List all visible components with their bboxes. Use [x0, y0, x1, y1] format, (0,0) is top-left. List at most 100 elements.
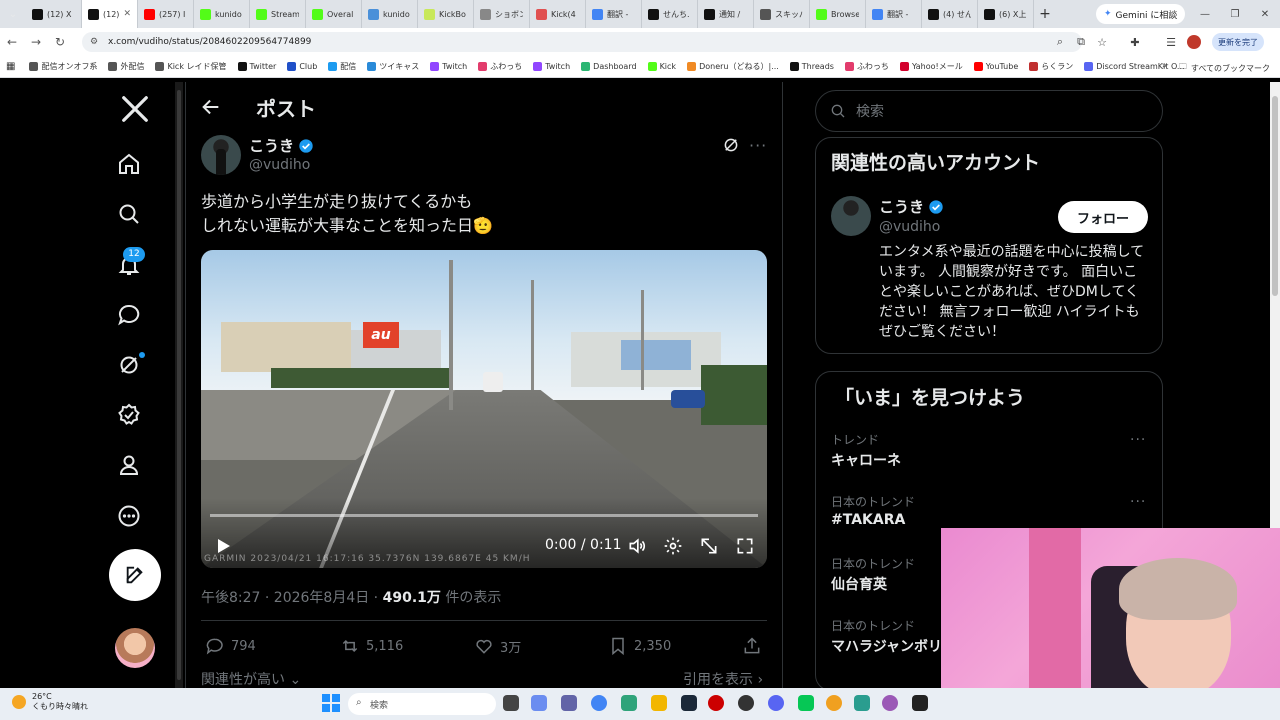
- site-info-icon[interactable]: ⚙: [90, 37, 100, 47]
- close-window-button[interactable]: ✕: [1250, 0, 1280, 28]
- reload-button[interactable]: ↻: [48, 28, 72, 56]
- browser-tab[interactable]: (4) せん: [922, 0, 978, 28]
- bookmarks-overflow-icon[interactable]: »: [1162, 61, 1167, 70]
- browser-tab[interactable]: Browse: [810, 0, 866, 28]
- bookmark-item[interactable]: Club: [287, 61, 317, 72]
- teams-icon[interactable]: [561, 695, 577, 711]
- video-progress-bar[interactable]: [210, 514, 758, 517]
- line-icon[interactable]: [798, 695, 814, 711]
- bookmark-item[interactable]: Yahoo!メール: [899, 61, 963, 72]
- reading-list-icon[interactable]: ☰: [1163, 34, 1179, 50]
- bookmark-item[interactable]: Dashboard: [581, 61, 637, 72]
- more-menu-icon[interactable]: [115, 502, 143, 530]
- tab-search-button[interactable]: ⌄: [0, 0, 26, 28]
- related-account-avatar[interactable]: [831, 196, 871, 236]
- related-account-name[interactable]: こうき: [879, 196, 944, 217]
- explore-icon[interactable]: [115, 200, 143, 228]
- browser-tab[interactable]: せんち.: [642, 0, 698, 28]
- zoom-icon[interactable]: ⌕: [1052, 34, 1068, 50]
- close-tab-icon[interactable]: ✕: [123, 9, 131, 19]
- bookmark-item[interactable]: 配信オンオフ系: [29, 61, 97, 72]
- bookmark-item[interactable]: ふわっち: [844, 61, 889, 72]
- bookmark-item[interactable]: Kick: [647, 61, 676, 72]
- obs-icon[interactable]: [708, 695, 724, 711]
- bookmark-item[interactable]: ふわっち: [478, 61, 522, 72]
- bookmark-item[interactable]: YouTube: [973, 61, 1018, 72]
- trend-more-icon[interactable]: ···: [1130, 432, 1146, 448]
- bookmark-item[interactable]: Twitch: [430, 61, 467, 72]
- post-more-icon[interactable]: ···: [749, 136, 767, 155]
- profile-icon[interactable]: [115, 451, 143, 479]
- verified-orgs-icon[interactable]: [115, 401, 143, 429]
- edge-icon[interactable]: [621, 695, 637, 711]
- bookmark-star-icon[interactable]: ☆: [1094, 34, 1110, 50]
- fullscreen-icon[interactable]: [735, 536, 755, 556]
- screenshot-icon[interactable]: ⧉: [1073, 34, 1089, 50]
- app-icon[interactable]: [738, 695, 754, 711]
- bookmark-item[interactable]: らくラン: [1029, 61, 1073, 72]
- app-icon[interactable]: [826, 695, 842, 711]
- author-handle[interactable]: @vudiho: [249, 157, 310, 173]
- browser-tab[interactable]: kunido: [362, 0, 418, 28]
- x-logo-icon[interactable]: [120, 94, 150, 124]
- browser-tab[interactable]: kunido: [194, 0, 250, 28]
- related-account-handle[interactable]: @vudiho: [879, 219, 940, 235]
- trend-more-icon[interactable]: ···: [1130, 494, 1146, 510]
- bookmark-item[interactable]: 外配信: [108, 61, 144, 72]
- account-avatar[interactable]: [115, 628, 155, 668]
- grok-icon[interactable]: [115, 351, 145, 379]
- home-icon[interactable]: [115, 150, 143, 178]
- author-name[interactable]: こうき: [249, 135, 314, 156]
- browser-tab[interactable]: ショボン: [474, 0, 530, 28]
- grok-explain-icon[interactable]: [722, 136, 740, 154]
- bookmark-item[interactable]: ツイキャス: [367, 61, 419, 72]
- browser-tab[interactable]: 通知 /: [698, 0, 754, 28]
- trend-item[interactable]: キャローネ: [831, 450, 901, 470]
- maximize-button[interactable]: ❐: [1220, 0, 1250, 28]
- browser-tab[interactable]: (12) X✕: [82, 0, 138, 28]
- notepad-icon[interactable]: [854, 695, 870, 711]
- share-button[interactable]: [742, 636, 762, 656]
- minimize-button[interactable]: —: [1190, 0, 1220, 28]
- forward-button[interactable]: →: [24, 28, 48, 56]
- extensions-icon[interactable]: ✚: [1127, 34, 1143, 50]
- picture-in-picture-icon[interactable]: [699, 536, 719, 556]
- search-input[interactable]: 検索: [815, 90, 1163, 132]
- compose-post-button[interactable]: [109, 549, 161, 601]
- steam-icon[interactable]: [681, 695, 697, 711]
- author-avatar[interactable]: [201, 135, 241, 175]
- trend-item[interactable]: 仙台育英: [831, 574, 887, 594]
- sort-replies-dropdown[interactable]: 関連性が高い ⌄: [201, 669, 301, 689]
- gemini-button[interactable]: ✦ Gemini に相談: [1096, 4, 1186, 24]
- left-scrollbar[interactable]: [175, 82, 183, 688]
- browser-tab[interactable]: Stream: [250, 0, 306, 28]
- back-arrow-icon[interactable]: [200, 96, 222, 118]
- browser-tab[interactable]: (12) X: [26, 0, 82, 28]
- weather-widget[interactable]: 26°C くもり時々晴れ: [12, 692, 88, 712]
- video-player[interactable]: au 0:00 / 0:11 GARMIN 2023/04/21 16:17:1…: [201, 250, 767, 568]
- task-view-icon[interactable]: [503, 695, 519, 711]
- browser-tab[interactable]: スキッパ: [754, 0, 810, 28]
- app-icon[interactable]: [882, 695, 898, 711]
- copilot-icon[interactable]: [531, 695, 547, 711]
- url-field[interactable]: ⚙ x.com/vudiho/status/208460220956477489…: [82, 32, 1082, 52]
- bookmark-item[interactable]: Kick レイド保管: [155, 61, 227, 72]
- browser-tab[interactable]: (6) X上: [978, 0, 1034, 28]
- profile-avatar[interactable]: [1187, 35, 1201, 49]
- bookmark-item[interactable]: 配信: [328, 61, 356, 72]
- left-scrollbar-thumb[interactable]: [177, 90, 181, 680]
- like-button[interactable]: 3万: [474, 636, 521, 656]
- update-button[interactable]: 更新を完了: [1212, 33, 1264, 51]
- bookmark-item[interactable]: Twitter: [237, 61, 276, 72]
- browser-tab[interactable]: 翻訳 -: [586, 0, 642, 28]
- repost-button[interactable]: 5,116: [340, 636, 403, 656]
- all-bookmarks[interactable]: 🗀 すべてのブックマーク: [1179, 61, 1270, 75]
- follow-button[interactable]: フォロー: [1058, 201, 1148, 233]
- page-scrollbar-thumb[interactable]: [1272, 96, 1278, 296]
- file-explorer-icon[interactable]: [651, 695, 667, 711]
- bookmark-item[interactable]: Threads: [789, 61, 834, 72]
- volume-icon[interactable]: [627, 536, 647, 556]
- post-timestamp[interactable]: 午後8:27 · 2026年8月4日 ·: [201, 590, 383, 606]
- browser-tab[interactable]: (257) I: [138, 0, 194, 28]
- play-icon[interactable]: [217, 538, 231, 554]
